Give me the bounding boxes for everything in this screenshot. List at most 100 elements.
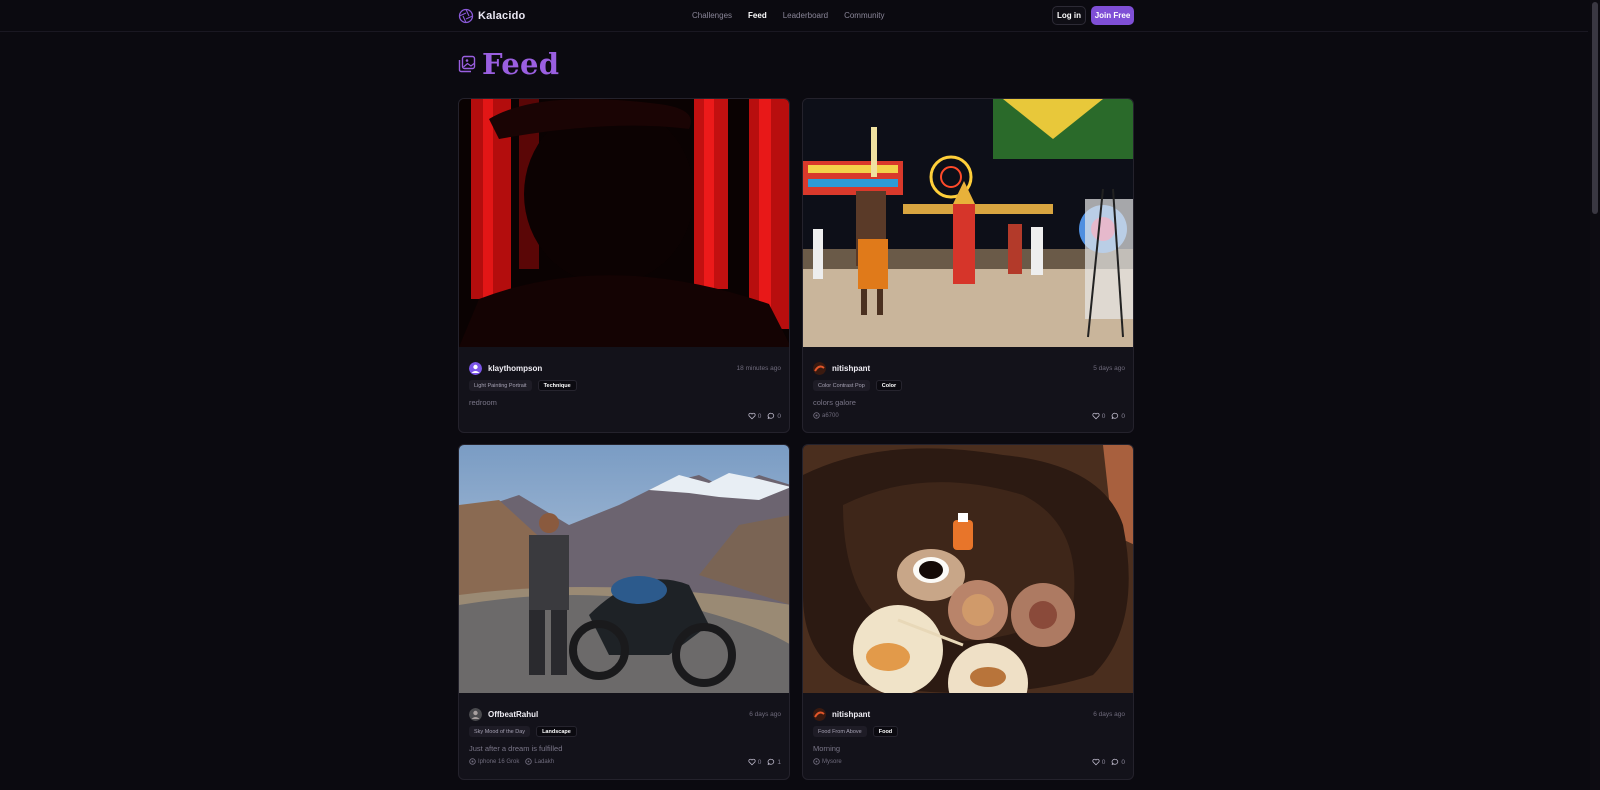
comment-icon	[768, 412, 775, 420]
post-time: 18 minutes ago	[736, 365, 781, 372]
challenge-tag[interactable]: Light Painting Portrait	[469, 380, 532, 391]
nav-link-feed[interactable]: Feed	[748, 11, 767, 20]
post-photo[interactable]	[459, 99, 789, 347]
username[interactable]: nitishpant	[832, 364, 870, 373]
comment-button[interactable]: 1	[767, 758, 781, 766]
comment-icon	[1112, 412, 1119, 420]
camera-name: a6700	[822, 412, 839, 419]
gallery-icon	[458, 55, 476, 73]
post-details: Iphone 16 Grok Ladakh	[469, 758, 781, 765]
post-details: Mysore	[813, 758, 1125, 765]
page-scrollbar[interactable]	[1590, 0, 1600, 790]
camera-icon	[469, 758, 476, 765]
post-meta: nitishpant 6 days ago	[813, 707, 1125, 723]
comment-button[interactable]: 0	[767, 412, 781, 420]
avatar[interactable]	[813, 708, 826, 721]
heart-icon	[748, 758, 756, 766]
like-button[interactable]: 0	[1092, 412, 1106, 420]
post-footer: Mysore 0 0	[813, 758, 1125, 768]
like-count: 0	[757, 412, 762, 420]
challenge-tag[interactable]: Sky Mood of the Day	[469, 726, 531, 737]
comment-count: 0	[1121, 412, 1125, 420]
post-card[interactable]: klaythompson 18 minutes ago Light Painti…	[458, 98, 790, 433]
post-footer: a6700 0 0	[813, 412, 1125, 422]
join-free-button[interactable]: Join Free	[1091, 6, 1134, 25]
like-button[interactable]: 0	[1092, 758, 1106, 766]
location-pin-icon	[813, 758, 820, 765]
like-count: 0	[1101, 412, 1106, 420]
brand-name: Kalacido	[478, 10, 526, 22]
post-stats: 0 0	[748, 412, 781, 420]
like-button[interactable]: 0	[748, 758, 762, 766]
location-name: Ladakh	[534, 758, 555, 765]
post-card[interactable]: OffbeatRahul 6 days ago Sky Mood of the …	[458, 444, 790, 780]
brand-logo[interactable]: Kalacido	[458, 8, 525, 24]
comment-icon	[768, 758, 775, 766]
avatar[interactable]	[469, 362, 482, 375]
post-tags: Color Contrast Pop Color	[813, 380, 903, 391]
post-stats: 0 0	[1092, 412, 1125, 420]
post-time: 6 days ago	[749, 711, 781, 718]
nav-link-challenges[interactable]: Challenges	[692, 11, 732, 20]
post-photo[interactable]	[803, 445, 1133, 693]
comment-count: 0	[777, 412, 781, 420]
scrollbar-thumb[interactable]	[1592, 2, 1598, 214]
post-photo[interactable]	[803, 99, 1133, 347]
comment-icon	[1112, 758, 1119, 766]
post-tags: Light Painting Portrait Technique	[469, 380, 577, 391]
post-tags: Sky Mood of the Day Landscape	[469, 726, 577, 737]
camera-detail: Iphone 16 Grok	[469, 758, 519, 765]
comment-button[interactable]: 0	[1111, 758, 1125, 766]
post-caption: Morning	[813, 744, 841, 753]
comment-count: 1	[777, 758, 781, 766]
post-photo[interactable]	[459, 445, 789, 693]
username[interactable]: nitishpant	[832, 710, 870, 719]
post-caption: colors galore	[813, 398, 856, 407]
nav-links: Challenges Feed Leaderboard Community	[692, 11, 885, 20]
post-stats: 0 0	[1092, 758, 1125, 766]
post-stats: 0 1	[748, 758, 781, 766]
post-card[interactable]: nitishpant 6 days ago Food From Above Fo…	[802, 444, 1134, 780]
location-pin-icon	[525, 758, 533, 765]
category-tag[interactable]: Landscape	[536, 726, 577, 737]
login-button[interactable]: Log in	[1052, 6, 1086, 25]
heart-icon	[1092, 758, 1100, 766]
heart-icon	[748, 412, 756, 420]
post-card[interactable]: nitishpant 5 days ago Color Contrast Pop…	[802, 98, 1134, 433]
post-meta: OffbeatRahul 6 days ago	[469, 707, 781, 723]
like-count: 0	[1101, 758, 1106, 766]
nav-link-leaderboard[interactable]: Leaderboard	[783, 11, 828, 20]
category-tag[interactable]: Food	[872, 726, 899, 737]
aperture-icon	[458, 8, 474, 24]
comment-count: 0	[1121, 758, 1125, 766]
username[interactable]: klaythompson	[488, 364, 542, 373]
comment-button[interactable]: 0	[1111, 412, 1125, 420]
location-name: Mysore	[822, 758, 842, 765]
challenge-tag[interactable]: Food From Above	[813, 726, 867, 737]
location-detail: Ladakh	[525, 758, 554, 765]
challenge-tag[interactable]: Color Contrast Pop	[813, 380, 870, 391]
like-count: 0	[757, 758, 762, 766]
camera-detail: a6700	[813, 412, 839, 419]
camera-icon	[813, 412, 820, 419]
post-footer: 0 0	[469, 412, 781, 422]
post-caption: Just after a dream is fulfilled	[469, 744, 563, 753]
post-footer: Iphone 16 Grok Ladakh 0 1	[469, 758, 781, 768]
nav-link-community[interactable]: Community	[844, 11, 884, 20]
avatar[interactable]	[813, 362, 826, 375]
page-title: Feed	[482, 47, 560, 81]
camera-name: Iphone 16 Grok	[478, 758, 520, 765]
post-time: 6 days ago	[1093, 711, 1125, 718]
heart-icon	[1092, 412, 1100, 420]
post-tags: Food From Above Food	[813, 726, 899, 737]
like-button[interactable]: 0	[748, 412, 762, 420]
username[interactable]: OffbeatRahul	[488, 710, 538, 719]
location-detail: Mysore	[813, 758, 842, 765]
post-details: a6700	[813, 412, 1125, 419]
category-tag[interactable]: Color	[875, 380, 903, 391]
avatar[interactable]	[469, 708, 482, 721]
page-header: Feed	[458, 47, 559, 81]
post-meta: nitishpant 5 days ago	[813, 361, 1125, 377]
post-caption: redroom	[469, 398, 497, 407]
category-tag[interactable]: Technique	[537, 380, 577, 391]
